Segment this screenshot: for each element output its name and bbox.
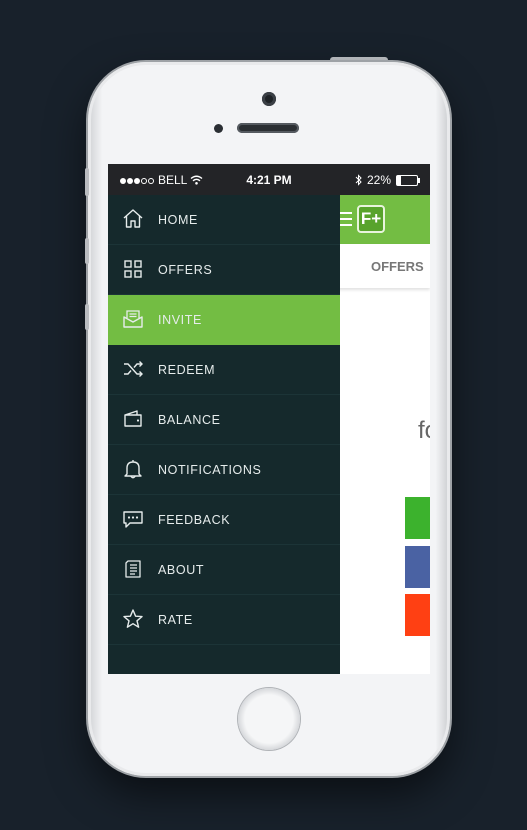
menu-label-redeem: REDEEM	[158, 363, 216, 377]
chat-bubble-icon	[123, 511, 143, 528]
green-button[interactable]	[405, 497, 430, 539]
menu-item-balance[interactable]: BALANCE	[108, 395, 340, 445]
tab-offers[interactable]: OFFERS	[371, 259, 424, 274]
menu-item-notifications[interactable]: NOTIFICATIONS	[108, 445, 340, 495]
star-icon	[123, 609, 143, 628]
mute-switch	[85, 168, 89, 196]
hamburger-menu-icon[interactable]	[340, 212, 352, 230]
bell-icon	[124, 460, 142, 479]
menu-item-offers[interactable]: OFFERS	[108, 245, 340, 295]
menu-item-about[interactable]: ABOUT	[108, 545, 340, 595]
menu-label-rate: RATE	[158, 613, 193, 627]
envelope-icon	[123, 310, 143, 328]
earpiece-speaker	[237, 123, 299, 133]
menu-label-invite: INVITE	[158, 313, 202, 327]
partial-heading-text: fo	[418, 417, 430, 444]
volume-up-button	[85, 238, 89, 264]
menu-item-redeem[interactable]: REDEEM	[108, 345, 340, 395]
battery-percent: 22%	[366, 173, 391, 187]
bluetooth-icon	[355, 174, 362, 186]
home-button[interactable]	[238, 688, 300, 750]
menu-label-offers: OFFERS	[158, 263, 213, 277]
menu-item-feedback[interactable]: FEEDBACK	[108, 495, 340, 545]
grid-icon	[124, 260, 142, 278]
menu-label-feedback: FEEDBACK	[158, 513, 231, 527]
status-bar: BELL 4:21 PM 22%	[108, 164, 430, 195]
side-drawer: HOME OFFERS INVITE REDEEM BALANCE NOTIFI…	[108, 195, 340, 674]
volume-down-button	[85, 304, 89, 330]
proximity-sensor	[214, 124, 223, 133]
menu-label-balance: BALANCE	[158, 413, 221, 427]
menu-label-about: ABOUT	[158, 563, 205, 577]
document-icon	[125, 560, 141, 578]
menu-item-home[interactable]: HOME	[108, 195, 340, 245]
menu-item-rate[interactable]: RATE	[108, 595, 340, 645]
home-icon	[123, 209, 143, 228]
blue-button[interactable]	[405, 546, 430, 588]
phone-screen: BELL 4:21 PM 22% F+ OFFERS fo	[108, 164, 430, 674]
app-logo: F+	[357, 205, 385, 233]
battery-icon	[396, 174, 420, 186]
wallet-icon	[124, 410, 142, 427]
menu-label-notifications: NOTIFICATIONS	[158, 463, 262, 477]
red-button[interactable]	[405, 594, 430, 636]
front-camera	[262, 92, 276, 106]
shuffle-icon	[124, 361, 143, 377]
menu-item-invite[interactable]: INVITE	[108, 295, 340, 345]
menu-label-home: HOME	[158, 213, 198, 227]
